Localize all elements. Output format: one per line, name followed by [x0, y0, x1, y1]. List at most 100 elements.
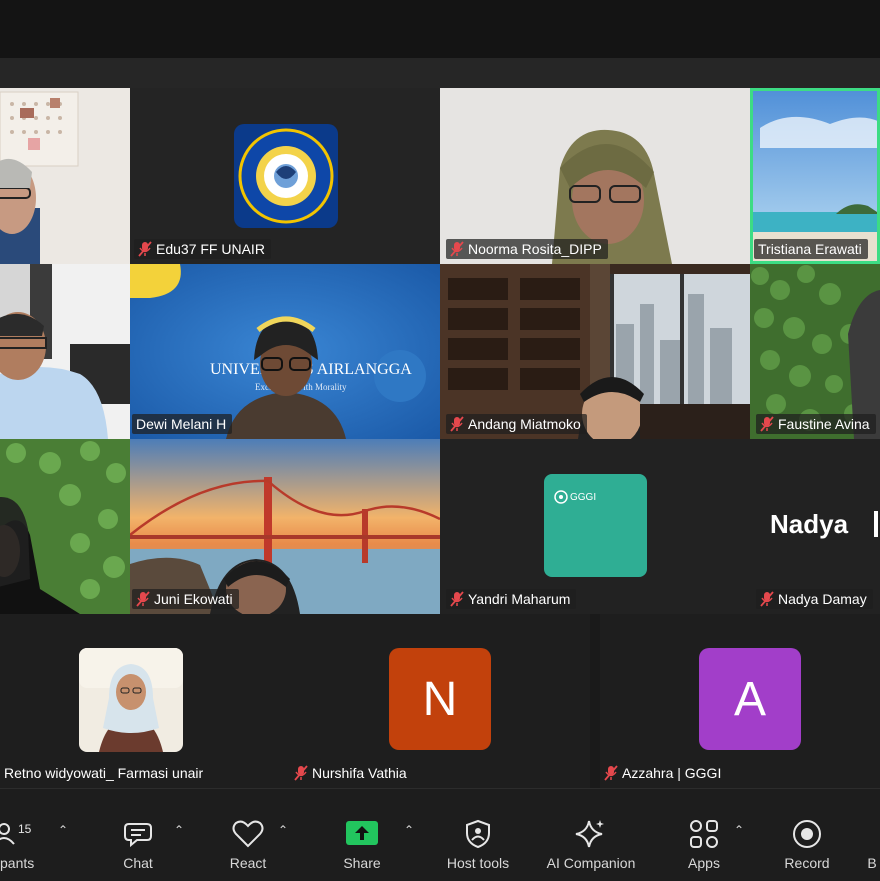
gggi-logo-tile: GGGI [544, 474, 647, 577]
record-icon [793, 820, 821, 848]
participant-name: Tristiana Erawati [758, 241, 862, 257]
participant-tile-andang[interactable]: Andang Miatmoko [440, 264, 750, 439]
mic-muted-icon [136, 591, 150, 607]
video-gallery: Edu37 FF UNAIR Noorma Rosita_DIPP Tristi… [0, 88, 880, 788]
avatar-nurshifa: N [389, 648, 491, 750]
participant-tile-noorma[interactable]: Noorma Rosita_DIPP [440, 88, 750, 264]
participant-name: Nurshifa Vathia [312, 765, 407, 781]
name-tag: Edu37 FF UNAIR [134, 239, 271, 259]
name-tag: Dewi Melani H [132, 414, 233, 434]
more-button-partial[interactable]: B [864, 789, 880, 881]
apps-label: Apps [688, 855, 720, 871]
participant-avatar-photo [79, 648, 183, 752]
mic-muted-icon [450, 591, 464, 607]
participant-tile-faustine[interactable]: Faustine Avina [750, 264, 880, 439]
share-screen-icon [346, 821, 378, 845]
participant-name: Dewi Melani H [136, 416, 227, 432]
meeting-toolbar: 15 pants ⌃ Chat ⌃ React ⌃ Share ⌃ Host t… [0, 788, 880, 881]
heart-icon [232, 820, 264, 848]
participants-label: pants [0, 855, 35, 871]
name-tag: Retno widyowati_ Farmasi unair [0, 763, 210, 783]
mic-muted-icon [450, 416, 464, 432]
ai-companion-button[interactable]: AI Companion [536, 789, 646, 881]
window-top-bar [0, 0, 880, 58]
mic-muted-icon [604, 765, 618, 781]
participant-tile-juni[interactable]: Juni Ekowati [130, 439, 440, 614]
unair-logo [234, 124, 338, 228]
record-label: Record [784, 855, 830, 871]
mic-muted-icon [450, 241, 464, 257]
participant-tile-yandri[interactable]: GGGI Yandri Maharum [440, 439, 750, 614]
participant-tile-left-2[interactable] [0, 264, 130, 439]
share-button[interactable]: Share [336, 789, 388, 881]
react-label: React [229, 855, 267, 871]
participants-count: 15 [18, 822, 32, 836]
participant-tile-nurshifa[interactable]: N Nurshifa Vathia [290, 614, 590, 788]
record-button[interactable]: Record [778, 789, 836, 881]
name-tag: Nurshifa Vathia [290, 763, 413, 783]
chat-icon [124, 823, 152, 848]
participants-icon [0, 823, 15, 845]
participant-name: Noorma Rosita_DIPP [468, 241, 602, 257]
mic-muted-icon [294, 765, 308, 781]
chat-options-caret[interactable]: ⌃ [174, 823, 184, 837]
name-tag: Noorma Rosita_DIPP [446, 239, 608, 259]
share-label: Share [343, 855, 381, 871]
participant-name: Yandri Maharum [468, 591, 571, 607]
participants-options-caret[interactable]: ⌃ [58, 823, 68, 837]
participants-button[interactable]: 15 pants [0, 789, 56, 881]
participant-tile-tristiana[interactable]: Tristiana Erawati [750, 88, 880, 264]
participant-display-name: Nadya [770, 509, 849, 539]
participant-video-greenery [0, 439, 130, 614]
chat-label: Chat [123, 855, 153, 871]
participant-tile-edu37[interactable]: Edu37 FF UNAIR [130, 88, 440, 264]
participant-name: Nadya Damay [778, 591, 867, 607]
participant-tile-nadya[interactable]: Nadya Nadya Damay [750, 439, 880, 614]
participant-video [440, 88, 750, 264]
participant-video-golden-gate [130, 439, 440, 614]
participant-tile-left-1[interactable] [0, 88, 130, 264]
participant-video [0, 264, 130, 439]
apps-options-caret[interactable]: ⌃ [734, 823, 744, 837]
participant-name: Juni Ekowati [154, 591, 233, 607]
react-options-caret[interactable]: ⌃ [278, 823, 288, 837]
avatar-azzahra: A [699, 648, 801, 750]
active-speaker-border [750, 88, 880, 264]
participant-video-greenery [750, 264, 880, 439]
participant-tile-azzahra[interactable]: A Azzahra | GGGI [600, 614, 880, 788]
mic-muted-icon [760, 591, 774, 607]
name-tag: Faustine Avina [756, 414, 876, 434]
mic-muted-icon [760, 416, 774, 432]
participant-name: Azzahra | GGGI [622, 765, 722, 781]
meeting-header-bar [0, 58, 880, 88]
name-tag: Tristiana Erawati [754, 239, 868, 259]
name-tag: Azzahra | GGGI [600, 763, 728, 783]
participant-tile-retno[interactable]: Retno widyowati_ Farmasi unair [0, 614, 290, 788]
participant-video: UNIVERSITAS AIRLANGGA Excellence with Mo… [130, 264, 440, 439]
name-tag: Juni Ekowati [132, 589, 239, 609]
more-label: B [867, 855, 877, 871]
mic-muted-icon [138, 241, 152, 257]
shield-icon [466, 819, 490, 849]
participant-name: Andang Miatmoko [468, 416, 581, 432]
ai-companion-label: AI Companion [546, 855, 636, 871]
participant-tile-left-3[interactable] [0, 439, 130, 614]
name-tag: Andang Miatmoko [446, 414, 587, 434]
display-name-overflow [874, 511, 878, 537]
host-tools-button[interactable]: Host tools [438, 789, 518, 881]
participant-video [0, 88, 130, 264]
share-options-caret[interactable]: ⌃ [404, 823, 414, 837]
chat-button[interactable]: Chat [112, 789, 164, 881]
name-tag: Nadya Damay [756, 589, 873, 609]
participant-name: Faustine Avina [778, 416, 870, 432]
ai-sparkle-icon [575, 820, 604, 848]
gggi-mark-icon [554, 490, 568, 504]
name-tag: Yandri Maharum [446, 589, 577, 609]
host-tools-label: Host tools [446, 855, 510, 871]
participant-video-office [440, 264, 750, 439]
apps-button[interactable]: Apps [678, 789, 730, 881]
react-button[interactable]: React [222, 789, 274, 881]
apps-grid-icon [690, 820, 718, 848]
participant-tile-dewi[interactable]: UNIVERSITAS AIRLANGGA Excellence with Mo… [130, 264, 440, 439]
participant-name: Edu37 FF UNAIR [156, 241, 265, 257]
